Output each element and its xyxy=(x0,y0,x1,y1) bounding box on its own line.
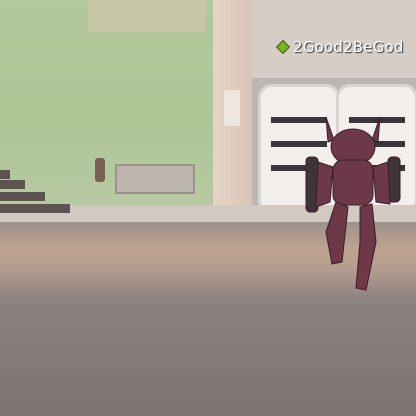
wall-lamp xyxy=(95,158,105,182)
player-nameplate: 2Good2BeGod xyxy=(275,38,404,56)
wall-ledge xyxy=(88,0,206,32)
wall-sign xyxy=(115,164,195,194)
player-name: 2Good2BeGod xyxy=(293,38,404,56)
stairs xyxy=(0,170,70,220)
player-robot xyxy=(305,116,401,291)
player-marker-icon xyxy=(275,39,291,55)
pillar-panel xyxy=(224,90,240,126)
